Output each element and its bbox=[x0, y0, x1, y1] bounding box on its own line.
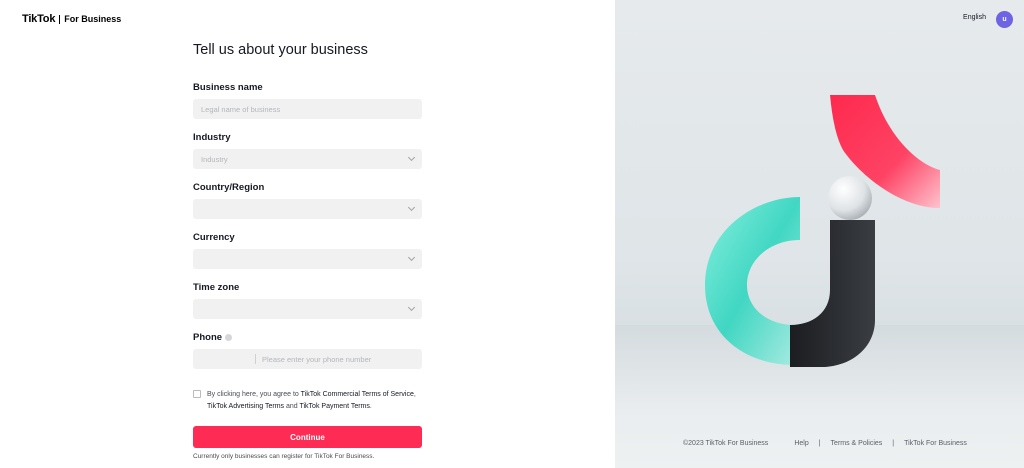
business-name-input[interactable]: Legal name of business bbox=[193, 99, 422, 119]
logo-divider bbox=[59, 14, 61, 24]
terms-checkbox[interactable] bbox=[193, 390, 201, 398]
info-icon[interactable] bbox=[225, 333, 233, 341]
footer-separator: | bbox=[892, 440, 895, 447]
avatar[interactable]: u bbox=[996, 11, 1013, 28]
tiktok-for-business-logo[interactable]: TikTok For Business bbox=[22, 13, 121, 25]
industry-select[interactable]: Industry bbox=[193, 149, 422, 169]
currency-select[interactable] bbox=[193, 249, 422, 269]
logo-wordmark: TikTok bbox=[22, 13, 56, 25]
terms-text: By clicking here, you agree to TikTok Co… bbox=[207, 389, 416, 413]
terms-comma: , bbox=[413, 391, 416, 398]
currency-field: Currency bbox=[193, 230, 422, 269]
industry-select-value: Industry bbox=[201, 154, 228, 164]
chevron-down-icon bbox=[407, 303, 416, 312]
tiktok-sculpture-illustration bbox=[705, 95, 940, 367]
country-region-select[interactable] bbox=[193, 199, 422, 219]
industry-field: Industry Industry bbox=[193, 130, 422, 169]
time-zone-select[interactable] bbox=[193, 299, 422, 319]
hero-image-pane: English u ©2023 TikTok For Business Help… bbox=[615, 0, 1024, 468]
chevron-down-icon bbox=[407, 253, 416, 262]
payment-terms-link[interactable]: TikTok Payment Terms bbox=[299, 403, 369, 410]
language-selector[interactable]: English bbox=[963, 14, 986, 21]
form-pane: TikTok For Business Tell us about your b… bbox=[0, 0, 615, 468]
business-name-label: Business name bbox=[193, 81, 263, 93]
terms-agreement: By clicking here, you agree to TikTok Co… bbox=[193, 389, 422, 413]
currency-label: Currency bbox=[193, 231, 235, 243]
phone-label-text: Phone bbox=[193, 331, 223, 343]
footer-separator: | bbox=[818, 440, 821, 447]
phone-field: Phone Please enter your phone number bbox=[193, 330, 422, 369]
eligibility-note: Currently only businesses can register f… bbox=[193, 453, 375, 460]
advertising-terms-link[interactable]: TikTok Advertising Terms bbox=[207, 403, 284, 410]
logo-subtitle: For Business bbox=[64, 14, 122, 24]
chevron-down-icon bbox=[407, 203, 416, 212]
commercial-terms-link[interactable]: TikTok Commercial Terms of Service bbox=[301, 391, 414, 398]
business-form: Tell us about your business Business nam… bbox=[193, 42, 422, 460]
time-zone-field: Time zone bbox=[193, 280, 422, 319]
terms-end: . bbox=[369, 403, 372, 410]
page-title: Tell us about your business bbox=[193, 42, 368, 58]
phone-placeholder: Please enter your phone number bbox=[262, 354, 372, 364]
black-stem-shape bbox=[790, 220, 875, 367]
sphere-shape bbox=[828, 176, 872, 220]
terms-and: and bbox=[284, 403, 300, 410]
footer-link-terms[interactable]: Terms & Policies bbox=[831, 440, 883, 447]
footer-link-tiktok-for-business[interactable]: TikTok For Business bbox=[904, 440, 967, 447]
country-region-field: Country/Region bbox=[193, 180, 422, 219]
footer: ©2023 TikTok For Business Help | Terms &… bbox=[683, 440, 967, 447]
business-name-field: Business name Legal name of business bbox=[193, 80, 422, 119]
country-region-label: Country/Region bbox=[193, 181, 265, 193]
time-zone-label: Time zone bbox=[193, 281, 240, 293]
footer-link-help[interactable]: Help bbox=[794, 440, 808, 447]
continue-button[interactable]: Continue bbox=[193, 426, 422, 448]
chevron-down-icon bbox=[407, 153, 416, 162]
phone-input[interactable]: Please enter your phone number bbox=[193, 349, 422, 369]
copyright-text: ©2023 TikTok For Business bbox=[683, 440, 769, 447]
teal-arc-shape bbox=[705, 197, 800, 365]
phone-country-code-select[interactable] bbox=[193, 349, 255, 369]
industry-label: Industry bbox=[193, 131, 231, 143]
business-name-placeholder: Legal name of business bbox=[201, 104, 281, 114]
terms-prefix: By clicking here, you agree to bbox=[207, 391, 301, 398]
phone-label: Phone bbox=[193, 330, 422, 344]
